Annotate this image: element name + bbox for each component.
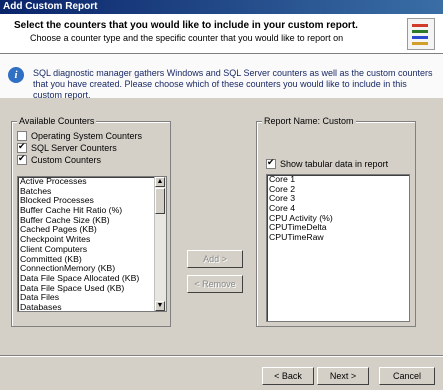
title-bar: Add Custom Report [0,0,443,14]
sql-server-counters-label: SQL Server Counters [31,143,117,153]
wizard-header: Select the counters that you would like … [0,14,443,54]
report-counters-list[interactable]: Core 1 Core 2 Core 3 Core 4 CPU Activity… [266,174,410,322]
available-counters-legend: Available Counters [17,116,97,126]
info-icon: i [8,67,24,83]
scroll-down-icon[interactable]: ▼ [155,301,165,311]
scroll-up-icon[interactable]: ▲ [155,177,165,187]
os-counters-label: Operating System Counters [31,131,143,141]
remove-button[interactable]: < Remove [187,275,243,293]
report-group: Report Name: Custom Show tabular data in… [256,116,416,327]
back-button[interactable]: < Back [262,367,314,385]
info-text: SQL diagnostic manager gathers Windows a… [33,68,433,100]
next-button[interactable]: Next > [317,367,369,385]
wizard-subheading: Choose a counter type and the specific c… [30,33,344,43]
custom-counters-box[interactable] [17,153,27,165]
show-tabular-checkbox[interactable]: Show tabular data in report [266,157,389,170]
custom-counters-checkbox[interactable]: Custom Counters [17,153,102,166]
available-counters-group: Available Counters Operating System Coun… [11,116,171,327]
os-counters-checkbox[interactable]: Operating System Counters [17,130,142,142]
sql-server-counters-checkbox[interactable]: SQL Server Counters [17,141,117,154]
os-counters-box[interactable] [17,131,27,141]
footer-divider [0,355,443,357]
report-icon [407,18,435,50]
scroll-thumb[interactable] [155,188,165,214]
cancel-button[interactable]: Cancel [379,367,435,385]
available-items: Active Processes Batches Blocked Process… [18,177,166,311]
available-counters-list[interactable]: Active Processes Batches Blocked Process… [17,176,167,312]
info-panel: i SQL diagnostic manager gathers Windows… [0,54,443,100]
sql-server-counters-box[interactable] [17,141,27,153]
available-list-scrollbar[interactable]: ▲ ▼ [154,177,166,311]
list-item[interactable]: Databases [18,302,166,311]
show-tabular-box[interactable] [266,157,276,169]
custom-counters-label: Custom Counters [31,155,102,165]
wizard-heading: Select the counters that you would like … [14,20,358,31]
report-name-legend: Report Name: Custom [262,116,356,126]
add-button[interactable]: Add > [187,250,243,268]
show-tabular-label: Show tabular data in report [280,159,389,169]
list-item[interactable]: CPUTimeRaw [267,232,409,243]
